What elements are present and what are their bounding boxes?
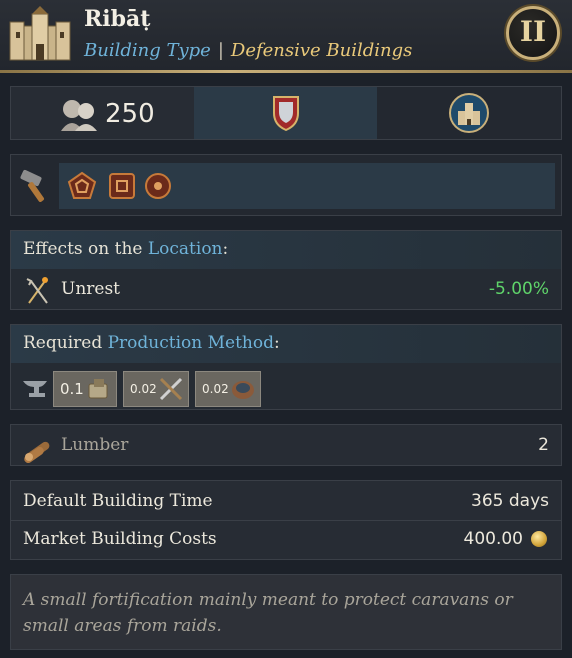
- rank-numeral: II: [519, 15, 547, 48]
- production-method-link[interactable]: Production Method: [108, 333, 274, 353]
- requirement-icons: [59, 163, 555, 209]
- lumber-icon: [24, 441, 50, 463]
- good-quantity: 0.02: [130, 382, 157, 396]
- hammer-icon: [20, 169, 44, 202]
- building-description: A small fortification mainly meant to pr…: [23, 590, 513, 636]
- effects-heading-prefix: Effects on the: [23, 239, 148, 259]
- production-method-heading: Required Production Method:: [23, 333, 280, 353]
- building-title: Ribāṭ: [84, 6, 151, 32]
- population-cell[interactable]: 250: [11, 87, 194, 139]
- anvil-icon: [23, 381, 47, 397]
- circle-icon[interactable]: [143, 171, 173, 201]
- production-heading-suffix: :: [273, 333, 280, 353]
- production-heading-prefix: Required: [23, 333, 108, 353]
- shield-icon: [273, 96, 299, 131]
- market-cost-value: 400.00: [463, 529, 523, 549]
- location-cell[interactable]: [377, 87, 561, 139]
- effect-value: -5.00%: [488, 279, 549, 299]
- location-link[interactable]: Location: [148, 239, 223, 259]
- building-time-label: Default Building Time: [23, 491, 213, 511]
- effects-header: Effects on the Location:: [11, 231, 561, 269]
- building-type: Building Type | Defensive Buildings: [84, 40, 412, 61]
- tooltip-header: Ribāṭ Building Type | Defensive Buildings …: [0, 0, 572, 72]
- building-costs: Default Building Time 365 days Market Bu…: [10, 480, 562, 560]
- rank-badge: II: [506, 6, 560, 60]
- production-good[interactable]: 0.02: [195, 371, 261, 407]
- separator: |: [217, 40, 224, 61]
- tools-goods-icon: [88, 379, 108, 399]
- effects-heading: Effects on the Location:: [23, 239, 228, 259]
- defense-cell[interactable]: [194, 87, 377, 139]
- location-building-icon: [449, 93, 489, 133]
- requirements-row: [10, 154, 562, 216]
- weapons-goods-icon: [159, 377, 183, 401]
- market-cost-label: Market Building Costs: [23, 529, 217, 549]
- lumber-value: 2: [538, 435, 549, 455]
- header-divider: [0, 70, 572, 73]
- good-quantity: 0.1: [60, 380, 84, 398]
- square-icon[interactable]: [107, 171, 137, 201]
- effect-label[interactable]: Unrest: [61, 279, 120, 299]
- lumber-row[interactable]: Lumber 2: [10, 424, 562, 466]
- population-value: 250: [105, 99, 155, 129]
- pottery-goods-icon: [232, 381, 254, 399]
- lumber-label: Lumber: [61, 435, 129, 455]
- building-time-value: 365 days: [471, 491, 549, 511]
- good-quantity: 0.02: [202, 382, 229, 396]
- castle-icon: [9, 6, 71, 61]
- building-type-label[interactable]: Building Type: [84, 40, 211, 61]
- population-icon: [61, 100, 97, 131]
- gold-coin-icon: [531, 531, 547, 547]
- production-good[interactable]: 0.1: [53, 371, 117, 407]
- building-type-value[interactable]: Defensive Buildings: [231, 40, 413, 61]
- effects-heading-suffix: :: [222, 239, 229, 259]
- production-good[interactable]: 0.02: [123, 371, 189, 407]
- effects-section: Effects on the Location: Unrest -5.00%: [10, 230, 562, 310]
- description-box: A small fortification mainly meant to pr…: [10, 574, 562, 650]
- pitchfork-torch-icon: [26, 277, 48, 304]
- production-method-section: Required Production Method: 0.1 0.02 0.0…: [10, 324, 562, 410]
- stats-row: 250: [10, 86, 562, 140]
- divider: [11, 520, 561, 521]
- production-method-header: Required Production Method:: [11, 325, 561, 363]
- pentagon-icon[interactable]: [67, 171, 97, 201]
